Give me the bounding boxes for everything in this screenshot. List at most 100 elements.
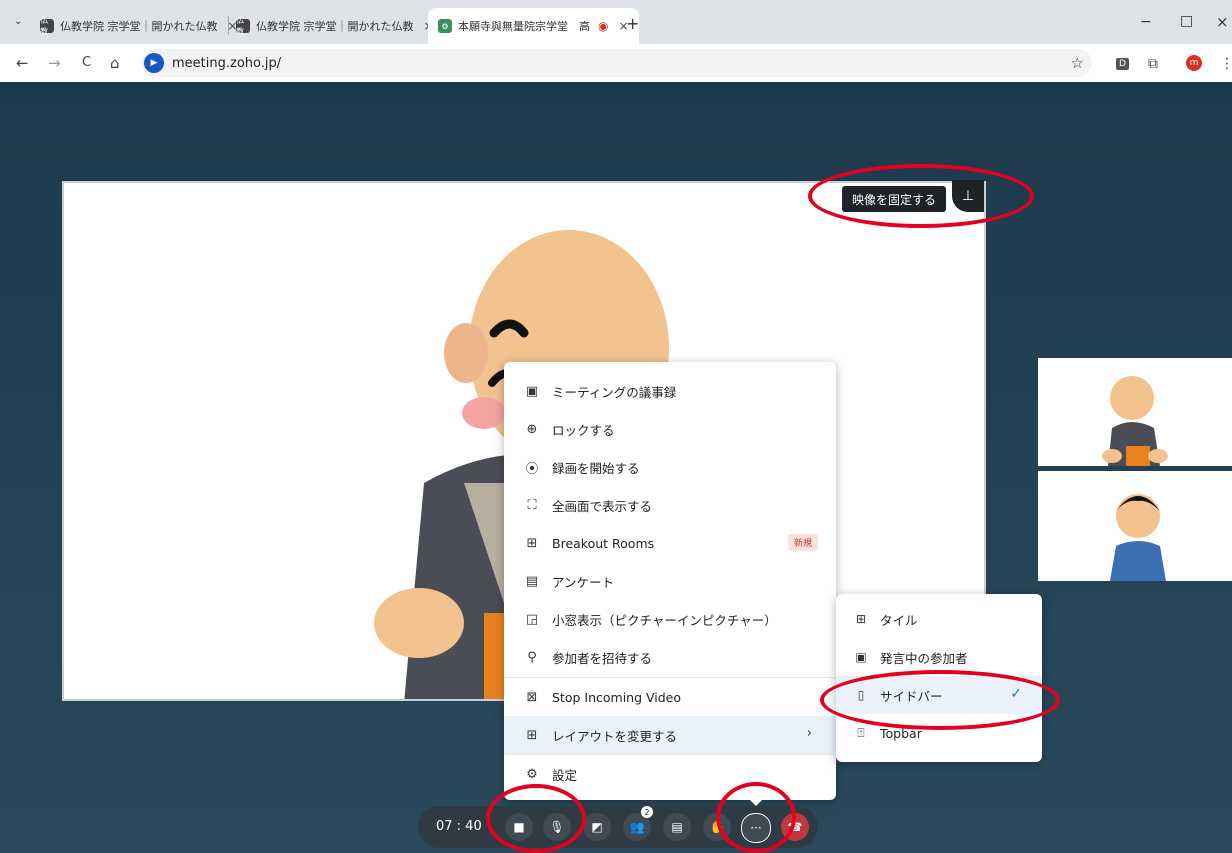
extension-d-icon[interactable]: D <box>1116 58 1129 70</box>
camera-button[interactable]: ■ <box>505 813 533 841</box>
pin-video-tooltip: 映像を固定する <box>842 186 947 212</box>
forward-button[interactable]: → <box>48 54 61 72</box>
layout-submenu: ⊞ タイル ▣ 発言中の参加者 ▯ サイドバー ✓ ⍐ Topbar <box>836 594 1042 762</box>
notes-icon: ▣ <box>525 383 539 399</box>
reload-button[interactable]: C <box>82 55 91 70</box>
profile-avatar[interactable]: m <box>1186 55 1202 71</box>
menu-item-lock[interactable]: ⊕ ロックする <box>504 410 836 448</box>
layout-option-label: サイドバー <box>880 688 943 704</box>
menu-item-record[interactable]: ⦿ 録画を開始する <box>504 448 836 486</box>
menu-item-label: ロックする <box>552 422 615 438</box>
more-options-menu: ▣ ミーティングの議事録 ⊕ ロックする ⦿ 録画を開始する ⛶ 全画面で表示する ⊞ B… <box>504 362 836 800</box>
tab-title: 本願寺與無量院宗学堂 高 <box>458 20 590 33</box>
speaker-icon: ▣ <box>855 650 867 664</box>
microphone-icon: 🎙 <box>549 820 565 834</box>
menu-caret <box>748 798 764 806</box>
pin-icon[interactable]: ⊥ <box>952 180 984 212</box>
browser-tab-1[interactable]: 仏教 仏教学院 宗学堂｜開かれた仏教 × <box>40 8 238 44</box>
topbar-icon: ⍐ <box>857 725 865 740</box>
pip-icon: ◲ <box>525 611 539 627</box>
chat-button[interactable]: ▤ <box>663 813 691 841</box>
lock-icon: ⊕ <box>526 421 538 437</box>
favicon-icon: 仏教 <box>40 16 54 36</box>
participant-thumbnail-1[interactable] <box>1038 358 1232 466</box>
close-window-button[interactable]: × <box>1216 13 1229 31</box>
settings-icon: ⚙ <box>526 766 538 782</box>
browser-tab-active[interactable]: ⚙ 本願寺與無量院宗学堂 高 ◉ × <box>428 8 639 44</box>
video-off-icon: ⊠ <box>526 689 538 705</box>
add-person-icon: ⚲ <box>527 649 537 665</box>
menu-item-label: ミーティングの議事録 <box>552 384 677 400</box>
tab-title: 仏教学院 宗学堂｜開かれた仏教 <box>60 20 218 33</box>
layout-option-sidebar[interactable]: ▯ サイドバー ✓ <box>836 676 1042 714</box>
share-screen-button[interactable]: ◩ <box>583 813 611 841</box>
layout-option-tile[interactable]: ⊞ タイル <box>836 600 1042 638</box>
menu-item-change-layout[interactable]: ⊞ レイアウトを変更する › <box>504 716 836 754</box>
new-tab-button[interactable]: + <box>626 14 639 33</box>
layout-option-topbar[interactable]: ⍐ Topbar <box>836 714 1042 752</box>
layout-icon: ⊞ <box>526 727 538 743</box>
sidebar-icon: ▯ <box>857 688 865 702</box>
menu-item-label: Breakout Rooms <box>552 535 655 551</box>
menu-item-label: 録画を開始する <box>552 460 640 476</box>
favicon-icon: ⚙ <box>438 19 452 33</box>
menu-item-breakout-rooms[interactable]: ⊞ Breakout Rooms 新規 <box>504 524 836 562</box>
menu-item-meeting-notes[interactable]: ▣ ミーティングの議事録 <box>504 372 836 410</box>
reaction-button[interactable]: ✋ <box>703 813 731 841</box>
share-screen-icon: ◩ <box>591 820 603 834</box>
tab-search-icon[interactable]: ⌄ <box>14 16 22 27</box>
participants-count-badge: 2 <box>641 806 653 818</box>
hand-raise-icon: ✋ <box>709 820 725 834</box>
menu-item-settings[interactable]: ⚙ 設定 <box>504 755 836 793</box>
mic-button[interactable]: 🎙 <box>543 813 571 841</box>
monk-thumbnail-illustration <box>1102 376 1168 466</box>
browser-tab-strip: ⌄ 仏教 仏教学院 宗学堂｜開かれた仏教 × 仏教 仏教学院 宗学堂｜開かれた仏… <box>0 0 1232 44</box>
url-field[interactable]: ▶ meeting.zoho.jp/ ☆ <box>142 49 1092 77</box>
menu-item-label: 設定 <box>552 767 578 783</box>
check-icon: ✓ <box>1010 686 1022 702</box>
operator-thumbnail-illustration <box>1110 494 1166 581</box>
tile-icon: ⊞ <box>855 612 867 626</box>
menu-item-label: 小窓表示（ピクチャーインピクチャー） <box>552 612 777 628</box>
tab-title: 仏教学院 宗学堂｜開かれた仏教 <box>256 20 414 33</box>
more-options-icon: ··· <box>750 821 762 835</box>
new-badge: 新規 <box>787 534 818 551</box>
bookmark-star-icon[interactable]: ☆ <box>1071 54 1084 72</box>
home-button[interactable]: ⌂ <box>110 54 120 72</box>
layout-option-label: Topbar <box>880 725 922 741</box>
breakout-icon: ⊞ <box>526 535 538 551</box>
camera-icon: ■ <box>513 820 525 834</box>
menu-item-fullscreen[interactable]: ⛶ 全画面で表示する <box>504 486 836 524</box>
back-button[interactable]: ← <box>16 54 29 72</box>
extensions-puzzle-icon[interactable]: ⧉ <box>1148 56 1158 72</box>
minimize-button[interactable]: − <box>1140 14 1152 30</box>
fullscreen-icon: ⛶ <box>527 497 537 513</box>
address-bar-row: ← → C ⌂ ▶ meeting.zoho.jp/ ☆ D ⧉ m ⋮ <box>0 44 1232 83</box>
layout-option-active-speaker[interactable]: ▣ 発言中の参加者 <box>836 638 1042 676</box>
menu-item-poll[interactable]: ▤ アンケート <box>504 562 836 600</box>
leave-button[interactable]: ☎ <box>781 813 809 841</box>
menu-item-label: 参加者を招待する <box>552 650 653 666</box>
browser-menu-icon[interactable]: ⋮ <box>1220 56 1232 72</box>
poll-icon: ▤ <box>525 573 539 589</box>
participant-thumbnail-2[interactable] <box>1038 471 1232 581</box>
maximize-button[interactable]: □ <box>1180 13 1193 29</box>
more-button[interactable]: ··· <box>741 813 771 843</box>
participants-icon: 👥 <box>629 820 645 834</box>
menu-item-label: レイアウトを変更する <box>552 728 678 744</box>
menu-item-picture-in-picture[interactable]: ◲ 小窓表示（ピクチャーインピクチャー） <box>504 600 836 638</box>
meeting-timer: 07 : 40 <box>436 819 482 834</box>
record-icon: ⦿ <box>525 461 539 477</box>
menu-item-label: Stop Incoming Video <box>552 689 682 705</box>
browser-tab-2[interactable]: 仏教 仏教学院 宗学堂｜開かれた仏教 × <box>236 8 434 44</box>
site-info-icon[interactable]: ▶ <box>144 53 164 73</box>
menu-item-stop-incoming-video[interactable]: ⊠ Stop Incoming Video <box>504 678 836 716</box>
menu-item-invite[interactable]: ⚲ 参加者を招待する <box>504 638 836 676</box>
tab-divider <box>228 16 229 34</box>
recording-indicator-icon: ◉ <box>598 19 609 33</box>
chat-icon: ▤ <box>671 820 683 834</box>
layout-option-label: 発言中の参加者 <box>880 650 968 666</box>
layout-option-label: タイル <box>880 612 918 628</box>
favicon-icon: 仏教 <box>236 16 250 36</box>
menu-item-label: 全画面で表示する <box>552 498 653 514</box>
